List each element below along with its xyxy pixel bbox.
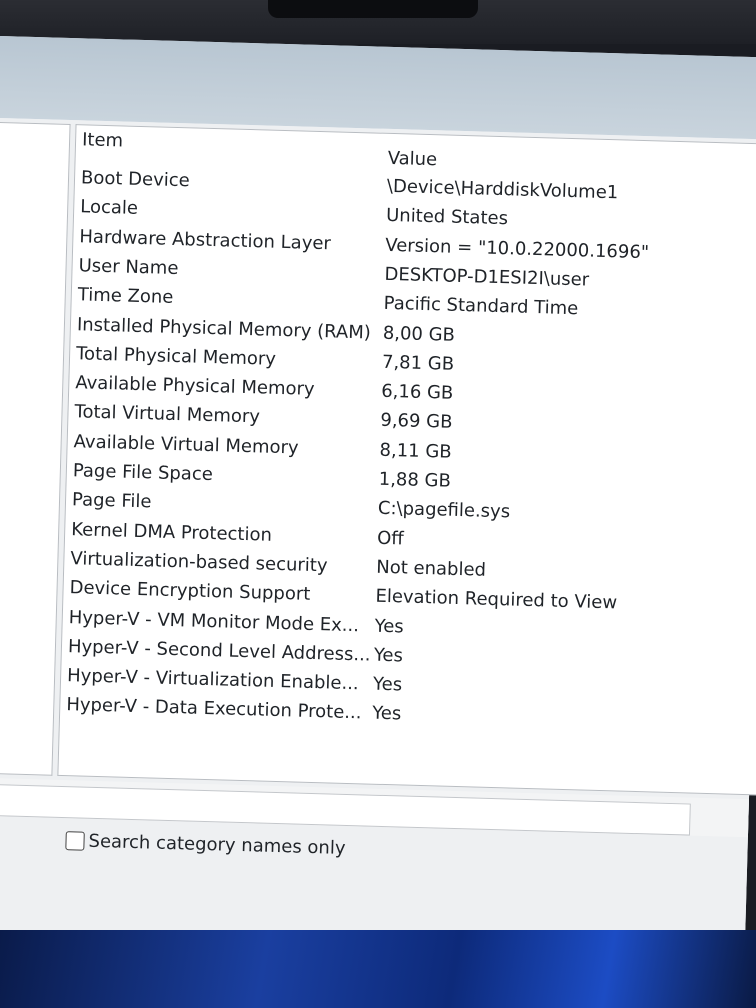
laptop-bezel	[0, 0, 756, 44]
table-row[interactable]: Device Encryption Support Elevation Requi…	[69, 577, 617, 613]
table-row[interactable]: User Name DESKTOP-D1ESI2I\user	[78, 255, 589, 290]
row-item-value: Version = "10.0.22000.1696"	[385, 234, 650, 263]
row-item-name: Installed Physical Memory (RAM)	[76, 313, 372, 343]
camera-notch	[268, 0, 478, 18]
row-item-name: Hardware Abstraction Layer	[79, 225, 332, 254]
table-row[interactable]: Total Physical Memory 7,81 GB	[76, 343, 455, 375]
table-row[interactable]: Hyper-V - Second Level Address... Yes	[67, 636, 404, 666]
table-row[interactable]: Kernel DMA Protection Off	[71, 519, 404, 549]
table-row[interactable]: Hyper-V - Virtualization Enable... Yes	[67, 665, 403, 695]
table-row[interactable]: Hardware Abstraction Layer Version = "10.…	[79, 226, 649, 263]
row-item-name: Available Physical Memory	[75, 372, 315, 401]
row-item-name: Hyper-V - Virtualization Enable...	[66, 665, 359, 695]
table-row[interactable]: Locale United States	[80, 197, 508, 230]
row-item-name: Hyper-V - VM Monitor Mode Ex...	[68, 606, 360, 636]
row-item-name: Locale	[79, 196, 139, 220]
row-item-value: 8,11 GB	[379, 439, 452, 463]
table-row[interactable]: Total Virtual Memory 9,69 GB	[74, 402, 453, 434]
row-item-name: Hyper-V - Second Level Address...	[67, 635, 371, 666]
search-category-names-checkbox[interactable]	[65, 830, 85, 851]
row-item-value: Yes	[372, 673, 403, 696]
table-row[interactable]: Hyper-V - VM Monitor Mode Ex... Yes	[68, 607, 405, 637]
table-row[interactable]: Available Physical Memory 6,16 GB	[75, 372, 454, 404]
photo-stage: Item Value Boot Device \Device\HarddiskVo…	[0, 0, 756, 1008]
row-item-name: Total Virtual Memory	[74, 401, 261, 428]
row-item-value: \Device\HarddiskVolume1	[386, 175, 619, 204]
table-row[interactable]: Virtualization-based security Not enabled	[70, 548, 486, 581]
table-row[interactable]: Time Zone Pacific Standard Time	[77, 284, 579, 319]
desktop-wallpaper	[0, 930, 756, 1008]
table-row[interactable]: Installed Physical Memory (RAM) 8,00 GB	[76, 314, 456, 346]
row-item-name: Total Physical Memory	[75, 343, 277, 370]
table-row[interactable]: Page File Space 1,88 GB	[72, 460, 452, 492]
row-item-value: 7,81 GB	[381, 351, 455, 375]
row-item-value: 6,16 GB	[380, 380, 454, 404]
row-item-name: User Name	[78, 255, 179, 279]
details-list-pane[interactable]: Item Value Boot Device \Device\HarddiskVo…	[57, 124, 756, 796]
column-header-value[interactable]: Value	[387, 148, 437, 170]
row-item-value: Pacific Standard Time	[383, 293, 579, 320]
table-row[interactable]: Available Virtual Memory 8,11 GB	[73, 431, 452, 463]
row-item-value: Not enabled	[376, 556, 487, 581]
column-header-item[interactable]: Item	[82, 129, 124, 151]
row-item-value: Yes	[373, 644, 404, 667]
table-row[interactable]: Page File C:\pagefile.sys	[72, 489, 511, 522]
details-list: Item Value Boot Device \Device\HarddiskVo…	[64, 129, 756, 794]
table-row[interactable]: Boot Device \Device\HarddiskVolume1	[81, 167, 619, 203]
row-item-value: United States	[385, 205, 509, 230]
row-item-name: Page File	[71, 489, 152, 513]
system-information-window: Item Value Boot Device \Device\HarddiskVo…	[0, 36, 756, 978]
row-item-value: 1,88 GB	[378, 468, 452, 492]
list-header-row: Item Value	[82, 129, 438, 170]
row-item-name: Page File Space	[72, 460, 214, 486]
row-item-name: Available Virtual Memory	[73, 430, 299, 459]
row-item-value: 9,69 GB	[380, 410, 453, 434]
row-item-name: Device Encryption Support	[69, 577, 311, 606]
row-item-value: 8,00 GB	[382, 322, 456, 346]
row-item-value: Off	[376, 527, 404, 550]
row-item-value: Yes	[374, 615, 405, 637]
row-item-value: Yes	[371, 703, 402, 725]
table-row[interactable]: Hyper-V - Data Execution Prote... Yes	[66, 695, 402, 725]
row-item-value: DESKTOP-D1ESI2I\user	[384, 263, 590, 291]
row-item-name: Virtualization-based security	[70, 548, 328, 577]
row-item-name: Boot Device	[80, 167, 191, 192]
row-item-value: Elevation Required to View	[375, 585, 618, 614]
row-item-name: Kernel DMA Protection	[70, 518, 273, 546]
row-item-value: C:\pagefile.sys	[377, 498, 511, 523]
row-item-name: Hyper-V - Data Execution Prote...	[66, 694, 362, 724]
row-item-name: Time Zone	[77, 284, 174, 309]
